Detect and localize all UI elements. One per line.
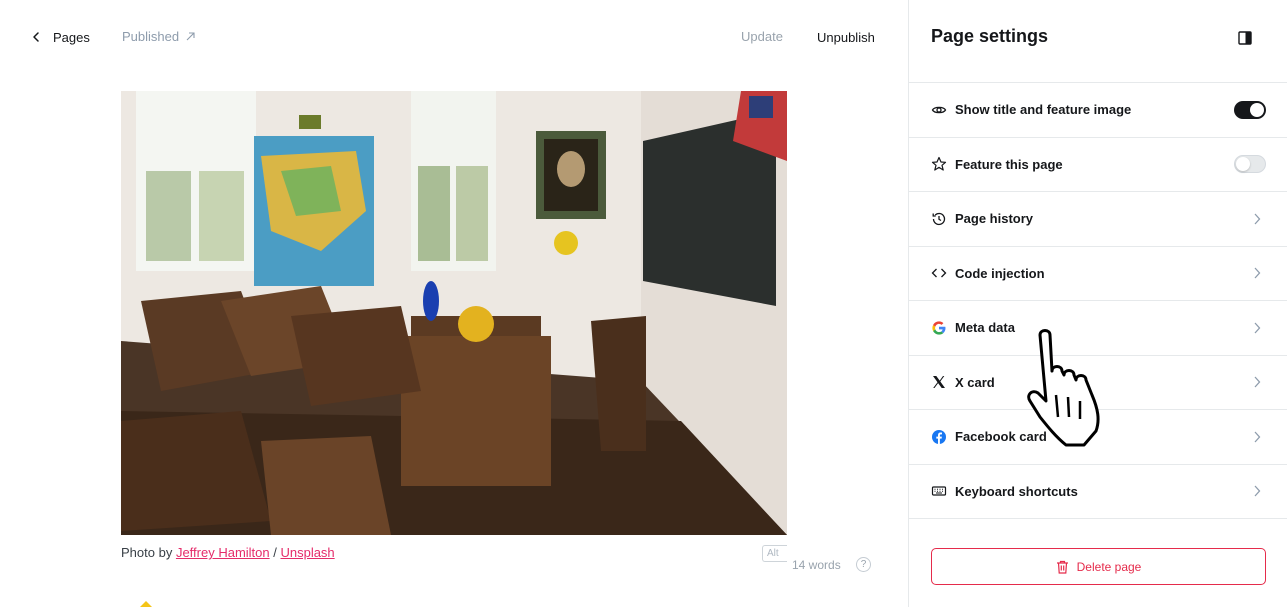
caption-author-link[interactable]: Jeffrey Hamilton <box>176 545 270 560</box>
setting-label: Facebook card <box>955 429 1047 445</box>
page-settings-panel: Page settings Show title and feature ima… <box>908 0 1287 607</box>
caption-separator: / <box>269 545 281 560</box>
trash-icon <box>1056 560 1068 574</box>
chevron-left-icon <box>33 32 39 42</box>
delete-page-label: Delete page <box>1076 559 1142 574</box>
x-logo-icon <box>931 374 947 390</box>
setting-page-history[interactable]: Page history <box>909 192 1287 247</box>
eye-icon <box>931 102 947 118</box>
star-icon <box>931 156 947 172</box>
toggle-knob <box>1250 102 1264 117</box>
classroom-photo <box>121 91 787 535</box>
setting-label: Meta data <box>955 320 1015 336</box>
setting-keyboard-shortcuts[interactable]: Keyboard shortcuts <box>909 465 1287 519</box>
back-to-pages-link[interactable]: Pages <box>31 28 90 46</box>
setting-facebook-card[interactable]: Facebook card <box>909 410 1287 465</box>
google-icon <box>931 320 947 336</box>
chevron-right-icon <box>1254 267 1261 279</box>
chevron-right-icon <box>1254 213 1261 225</box>
feature-image[interactable] <box>121 91 787 535</box>
editor-topbar: Pages Published Update Unpublish <box>0 0 908 74</box>
update-button[interactable]: Update <box>741 29 783 44</box>
editor-area: Pages Published Update Unpublish Photo b… <box>0 0 908 607</box>
chevron-right-icon <box>1254 322 1261 334</box>
back-label: Pages <box>53 29 90 45</box>
caption-source-link[interactable]: Unsplash <box>280 545 334 560</box>
setting-label: Feature this page <box>955 156 1063 172</box>
keyboard-icon <box>931 483 947 499</box>
setting-code-injection[interactable]: Code injection <box>909 247 1287 301</box>
unpublish-button[interactable]: Unpublish <box>817 30 875 45</box>
caption-prefix: Photo by <box>121 545 176 560</box>
image-caption: Photo by Jeffrey Hamilton / Unsplash <box>121 545 335 560</box>
history-icon <box>931 211 947 227</box>
external-arrow-icon <box>186 32 195 41</box>
setting-meta-data[interactable]: Meta data <box>909 301 1287 356</box>
toggle-knob <box>1236 157 1250 172</box>
setting-label: Show title and feature image <box>955 102 1132 118</box>
published-label: Published <box>122 29 180 44</box>
chevron-right-icon <box>1254 485 1261 497</box>
settings-list: Show title and feature image Feature thi… <box>909 82 1287 519</box>
delete-page-button[interactable]: Delete page <box>931 548 1266 585</box>
published-link[interactable]: Published <box>122 29 196 44</box>
setting-label: Page history <box>955 211 1034 227</box>
help-icon[interactable]: ? <box>856 557 871 572</box>
facebook-icon <box>931 429 947 445</box>
code-icon <box>931 265 947 281</box>
word-count: 14 words <box>792 558 841 572</box>
plus-card-icon <box>140 601 152 607</box>
chevron-right-icon <box>1254 376 1261 388</box>
chevron-right-icon <box>1254 431 1261 443</box>
setting-x-card[interactable]: X card <box>909 356 1287 410</box>
alt-text-button[interactable]: Alt <box>762 545 787 562</box>
setting-label: Code injection <box>955 265 1045 281</box>
setting-show-title-feature-image[interactable]: Show title and feature image <box>909 83 1287 138</box>
show-title-toggle[interactable] <box>1234 100 1266 119</box>
sidebar-toggle-icon[interactable] <box>1237 30 1253 46</box>
setting-label: X card <box>955 374 995 390</box>
setting-label: Keyboard shortcuts <box>955 483 1078 499</box>
feature-page-toggle[interactable] <box>1234 155 1266 174</box>
panel-title: Page settings <box>931 26 1049 46</box>
setting-feature-this-page[interactable]: Feature this page <box>909 138 1287 192</box>
